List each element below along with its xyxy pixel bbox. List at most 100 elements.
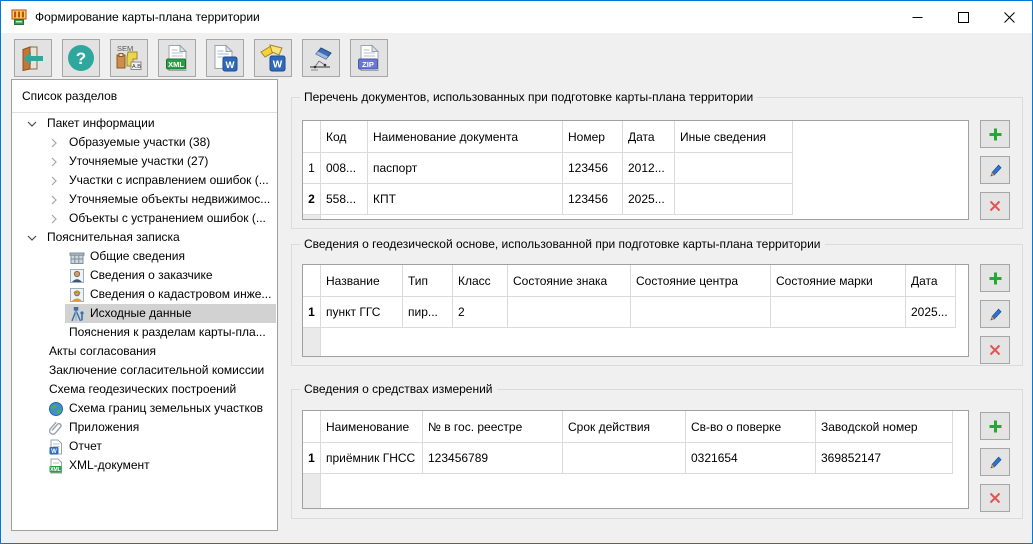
tree-item[interactable]: Приложения (12, 418, 277, 437)
column-header: Код (321, 121, 368, 153)
tree-item[interactable]: Заключение согласительной комиссии (12, 361, 277, 380)
edit-icon (988, 163, 1003, 178)
chevron-collapsed-icon[interactable] (48, 175, 60, 187)
table-row[interactable]: 2558...КПТ1234562025... (303, 184, 968, 215)
exit-icon (19, 44, 47, 72)
title-bar: Формирование карты-плана территории (1, 1, 1032, 33)
tree-item-label: Сведения о кадастровом инже... (90, 285, 271, 304)
tree-item[interactable]: Пакет информации (12, 114, 277, 133)
add-row-button[interactable] (980, 264, 1010, 292)
tree-item[interactable]: Пояснения к разделам карты-пла... (12, 323, 277, 342)
svg-text:ZIP: ZIP (362, 60, 374, 69)
documents-groupbox: Перечень документов, использованных при … (291, 97, 1023, 229)
tree-item[interactable]: Сведения о заказчике (12, 266, 277, 285)
sections-panel: Список разделов Пакет информацииОбразуем… (11, 79, 278, 531)
delete-row-button[interactable] (980, 336, 1010, 364)
table-cell (675, 153, 793, 184)
edit-row-button[interactable] (980, 300, 1010, 328)
table-cell: 2012... (623, 153, 675, 184)
tree-item-label: Исходные данные (90, 304, 191, 323)
tree-item[interactable]: Исходные данные (12, 304, 277, 323)
tree-item[interactable]: Уточняемые объекты недвижимос... (12, 190, 277, 209)
tree-item[interactable]: Общие сведения (12, 247, 277, 266)
tree-item-label: Образуемые участки (38) (69, 133, 210, 152)
column-header: Срок действия (563, 411, 686, 443)
close-icon (1004, 12, 1015, 23)
tree-item[interactable]: Образуемые участки (38) (12, 133, 277, 152)
table-cell (771, 297, 906, 328)
table-row[interactable]: 1пункт ГГСпир...22025... (303, 297, 968, 328)
minimize-button[interactable] (894, 1, 940, 33)
tree-item[interactable]: Схема геодезических построений (12, 380, 277, 399)
column-header: Дата (623, 121, 675, 153)
tree-item[interactable]: Объекты с устранением ошибок (... (12, 209, 277, 228)
column-header: Дата (906, 265, 956, 297)
column-header: Тип (403, 265, 453, 297)
add-row-button[interactable] (980, 412, 1010, 440)
tree-item-label: Общие сведения (90, 247, 185, 266)
xml-export-button[interactable]: XML (158, 39, 196, 77)
zip-archive-icon: ZIP (355, 44, 383, 72)
table-cell: 123456 (563, 153, 623, 184)
table-header-row: НазваниеТипКлассСостояние знакаСостояние… (303, 265, 968, 297)
svg-text:A.B: A.B (132, 64, 141, 70)
clear-drawing-icon (306, 43, 336, 73)
maximize-button[interactable] (940, 1, 986, 33)
tree-item[interactable]: Сведения о кадастровом инже... (12, 285, 277, 304)
delete-row-button[interactable] (980, 484, 1010, 512)
table-row[interactable]: 1приёмник ГНСС1234567890321654369852147 (303, 443, 968, 474)
tree-item[interactable]: Схема границ земельных участков (12, 399, 277, 418)
tree-item[interactable]: XMLXML-документ (12, 456, 277, 475)
tree-item[interactable]: WОтчет (12, 437, 277, 456)
delete-row-button[interactable] (980, 192, 1010, 220)
zip-archive-button[interactable]: ZIP (350, 39, 388, 77)
row-number: 1 (303, 153, 321, 184)
building-icon (69, 249, 85, 265)
clear-drawing-button[interactable] (302, 39, 340, 77)
chevron-collapsed-icon[interactable] (48, 137, 60, 149)
table-header-row: КодНаименование документаНомерДатаИные с… (303, 121, 968, 153)
maximize-icon (958, 12, 969, 23)
column-header: № в гос. реестре (423, 411, 563, 443)
close-button[interactable] (986, 1, 1032, 33)
tree-item[interactable]: Участки с исправлением ошибок (... (12, 171, 277, 190)
help-button[interactable]: ? (62, 39, 100, 77)
column-header: Класс (453, 265, 508, 297)
svg-text:W: W (273, 60, 283, 71)
delete-icon (989, 344, 1001, 356)
engineer-icon (69, 287, 85, 303)
toolbar: ? SEM A.B XML (1, 33, 1032, 79)
word-export-icon: W (211, 44, 239, 72)
column-header: Иные сведения (675, 121, 793, 153)
table-cell (563, 443, 686, 474)
chevron-collapsed-icon[interactable] (48, 156, 60, 168)
help-icon: ? (66, 43, 96, 73)
sections-tree: Пакет информацииОбразуемые участки (38)У… (12, 114, 277, 530)
svg-text:XML: XML (50, 467, 61, 473)
measuring-tools-table: Наименование№ в гос. реестреСрок действи… (302, 410, 969, 509)
word-scheme-export-button[interactable]: W (254, 39, 292, 77)
tripod-icon (69, 306, 85, 322)
chevron-expanded-icon[interactable] (26, 118, 38, 130)
edit-row-button[interactable] (980, 156, 1010, 184)
edit-row-button[interactable] (980, 448, 1010, 476)
chevron-expanded-icon[interactable] (26, 232, 38, 244)
chevron-collapsed-icon[interactable] (48, 213, 60, 225)
word-export-button[interactable]: W (206, 39, 244, 77)
add-row-button[interactable] (980, 120, 1010, 148)
chevron-collapsed-icon[interactable] (48, 194, 60, 206)
sem-import-button[interactable]: SEM A.B (110, 39, 148, 77)
minimize-icon (912, 12, 923, 23)
word-scheme-export-icon: W (258, 43, 288, 73)
table-cell: 123456789 (423, 443, 563, 474)
xml-export-icon: XML (163, 44, 191, 72)
tree-item-label: Приложения (69, 418, 139, 437)
tree-item[interactable]: Акты согласования (12, 342, 277, 361)
add-icon (988, 419, 1003, 434)
tree-item-label: Уточняемые участки (27) (69, 152, 208, 171)
table-row[interactable]: 1008...паспорт1234562012... (303, 153, 968, 184)
tree-item[interactable]: Уточняемые участки (27) (12, 152, 277, 171)
word-doc-icon: W (48, 439, 64, 455)
exit-button[interactable] (14, 39, 52, 77)
tree-item[interactable]: Пояснительная записка (12, 228, 277, 247)
